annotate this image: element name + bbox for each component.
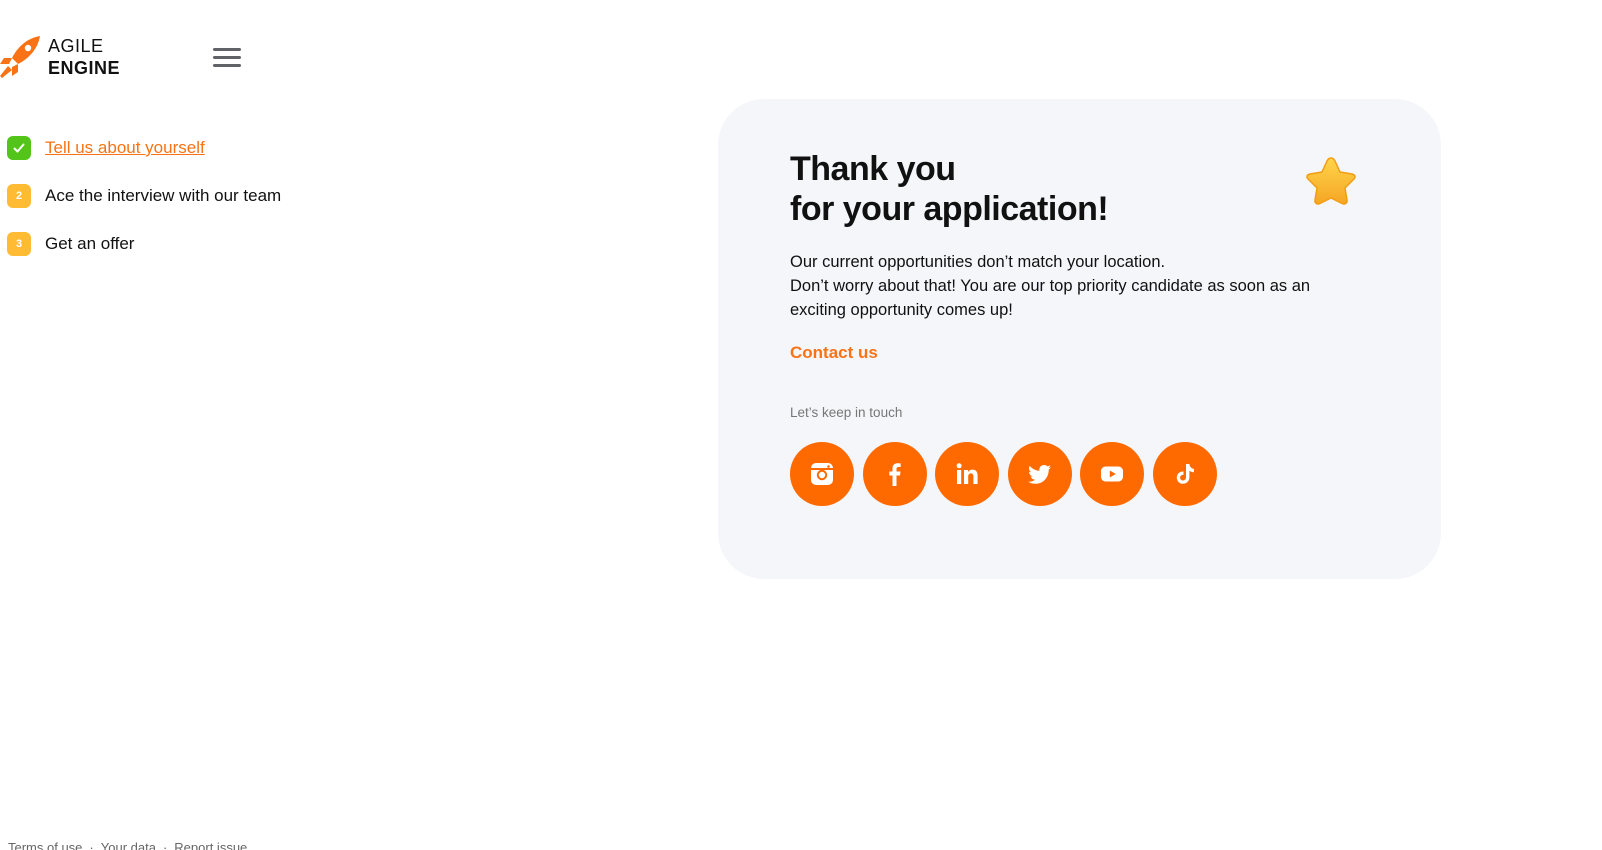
contact-us-link[interactable]: Contact us: [790, 343, 878, 363]
thank-you-card: Thank you for your application! Our curr…: [718, 99, 1441, 579]
keep-in-touch-label: Let’s keep in touch: [790, 405, 903, 420]
star-icon: [1306, 157, 1356, 205]
step-interview: 2 Ace the interview with our team: [7, 184, 281, 208]
agile-engine-logo[interactable]: AGILE ENGINE: [0, 34, 120, 80]
step-interview-label: Ace the interview with our team: [45, 186, 282, 205]
report-issue-link[interactable]: Report issue: [174, 840, 247, 850]
check-icon: [7, 136, 31, 160]
step-offer-label: Get an offer: [45, 234, 135, 253]
title-line-2: for your application!: [790, 190, 1109, 228]
footer: Terms of use · Your data · Report issue: [8, 840, 247, 850]
step-offer: 3 Get an offer: [7, 232, 281, 256]
title-line-1: Thank you: [790, 150, 956, 188]
rocket-icon: [0, 36, 40, 78]
tiktok-icon[interactable]: [1152, 442, 1217, 506]
message-line-1: Our current opportunities don’t match yo…: [790, 253, 1166, 271]
twitter-icon[interactable]: [1007, 442, 1072, 506]
card-message: Our current opportunities don’t match yo…: [790, 250, 1330, 322]
social-links: [790, 442, 1225, 506]
footer-separator: ·: [89, 840, 94, 850]
step-number-badge: 3: [7, 232, 31, 256]
linkedin-icon[interactable]: [935, 442, 999, 506]
application-steps: Tell us about yourself 2 Ace the intervi…: [7, 136, 281, 280]
logo-line-2: ENGINE: [48, 58, 121, 78]
page-title: Thank you for your application!: [790, 149, 1109, 229]
instagram-icon[interactable]: [790, 442, 854, 506]
logo-wordmark: AGILE ENGINE: [48, 35, 120, 79]
hamburger-menu-icon[interactable]: [213, 48, 241, 70]
terms-of-use-link[interactable]: Terms of use: [8, 840, 82, 850]
youtube-icon[interactable]: [1080, 442, 1144, 506]
your-data-link[interactable]: Your data: [101, 840, 156, 850]
footer-separator: ·: [162, 840, 168, 850]
facebook-icon[interactable]: [862, 442, 927, 506]
step-tell-us: Tell us about yourself: [7, 136, 281, 160]
logo-line-1: AGILE: [48, 36, 104, 56]
message-line-2: Don’t worry about that! You are our top …: [790, 277, 1311, 319]
step-number-badge: 2: [7, 184, 31, 208]
step-tell-us-link[interactable]: Tell us about yourself: [45, 138, 205, 158]
